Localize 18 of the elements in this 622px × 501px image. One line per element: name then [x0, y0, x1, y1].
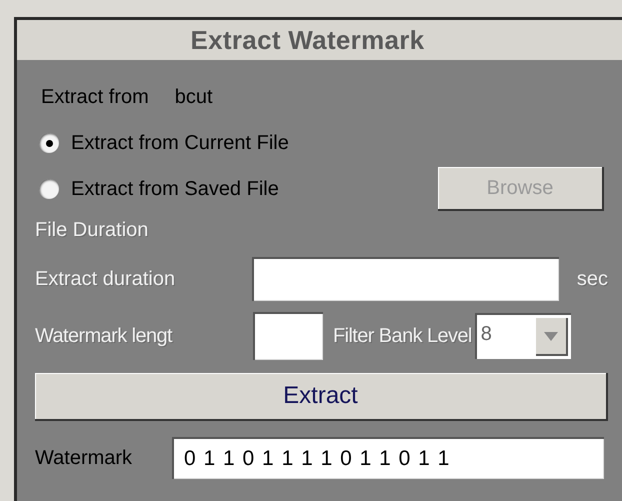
dropdown-arrow-icon	[544, 332, 558, 340]
radio-label[interactable]: Extract from Current File	[71, 132, 289, 154]
file-duration-label: File Duration	[35, 218, 148, 242]
length-field[interactable]	[253, 312, 323, 360]
extract-duration-label: Extract duration	[35, 268, 176, 290]
watermark-length-label: Watermark lengt	[35, 324, 174, 348]
radio-button[interactable]	[39, 133, 59, 153]
source-label: Extract from	[41, 86, 149, 108]
radio-button[interactable]	[39, 179, 59, 199]
duration-field[interactable]	[252, 257, 559, 301]
radio-label[interactable]: Extract from Saved File	[71, 178, 279, 200]
filter-bank-label: Filter Bank Level	[333, 324, 472, 348]
watermark-field[interactable]: 0 1 1 0 1 1 1 1 0 1 1 0 1 1	[172, 437, 604, 479]
panel-title: Extract Watermark	[17, 20, 622, 60]
extract-button[interactable]: Extract	[35, 373, 608, 421]
unit-label: sec	[576, 268, 608, 290]
source-value: bcut	[174, 86, 213, 108]
watermark-label: Watermark	[35, 446, 134, 470]
